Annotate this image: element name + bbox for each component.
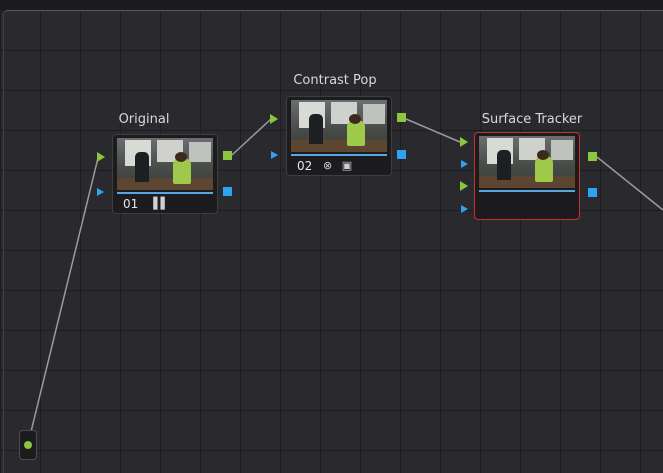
source-input-node[interactable] <box>19 430 37 460</box>
alpha-output-port-original[interactable] <box>223 187 232 196</box>
alpha-input-port-tracker-1[interactable] <box>461 160 468 168</box>
effects-icon: ⊗ ▣ <box>323 159 356 172</box>
rgb-input-port-contrast[interactable] <box>270 114 278 124</box>
rgb-input-port-tracker-2[interactable] <box>460 181 468 191</box>
node-graph-canvas[interactable]: Original 01 ▐▌ Contrast Pop 02 ⊗ ▣ Surfa… <box>0 0 663 473</box>
link-source-to-original <box>27 157 99 445</box>
alpha-input-port-contrast[interactable] <box>271 151 278 159</box>
node-title-tracker: Surface Tracker <box>481 112 583 127</box>
node-thumbnail <box>117 138 213 190</box>
node-surface-tracker[interactable] <box>474 132 580 220</box>
node-contrast-pop[interactable]: 02 ⊗ ▣ <box>286 96 392 176</box>
node-progress-bar <box>117 192 213 194</box>
node-original[interactable]: 01 ▐▌ <box>112 134 218 214</box>
link-original-to-contrast <box>231 118 272 156</box>
alpha-input-port-original[interactable] <box>97 188 104 196</box>
source-output-port[interactable] <box>24 441 32 449</box>
node-progress-bar <box>291 154 387 156</box>
node-thumbnail <box>291 100 387 152</box>
rgb-output-port-tracker[interactable] <box>588 152 597 161</box>
node-title-contrast: Contrast Pop <box>293 73 377 88</box>
rgb-output-port-contrast[interactable] <box>397 113 406 122</box>
rgb-input-port-tracker[interactable] <box>460 137 468 147</box>
link-contrast-to-tracker <box>405 118 461 143</box>
node-thumbnail <box>479 136 575 188</box>
alpha-input-port-tracker-2[interactable] <box>461 205 468 213</box>
alpha-output-port-contrast[interactable] <box>397 150 406 159</box>
node-progress-bar <box>479 190 575 192</box>
node-number: 01 <box>123 197 139 211</box>
node-number: 02 <box>297 159 313 173</box>
alpha-output-port-tracker[interactable] <box>588 188 597 197</box>
node-title-original: Original <box>118 112 170 127</box>
bars-icon: ▐▌ <box>149 197 172 210</box>
link-tracker-to-output <box>596 156 663 211</box>
rgb-output-port-original[interactable] <box>223 151 232 160</box>
rgb-input-port-original[interactable] <box>97 152 105 162</box>
node-links <box>27 118 663 445</box>
